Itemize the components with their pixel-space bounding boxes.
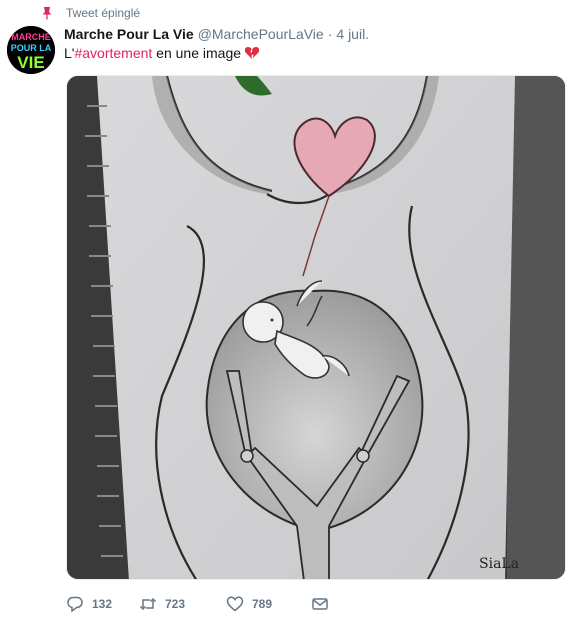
display-name[interactable]: Marche Pour La Vie (64, 26, 194, 42)
like-button[interactable]: 789 (226, 594, 311, 614)
user-handle[interactable]: @MarchePourLaVie (198, 26, 324, 42)
svg-text:MARCHE: MARCHE (11, 32, 51, 42)
envelope-icon (311, 595, 329, 613)
reply-button[interactable]: 132 (66, 594, 139, 614)
svg-text:POUR LA: POUR LA (11, 43, 52, 53)
retweet-icon (139, 595, 157, 613)
heart-icon (226, 595, 244, 613)
artist-signature: SiaLa (479, 556, 519, 572)
like-count: 789 (252, 597, 273, 611)
tweet-text-suffix: en une image (152, 45, 242, 61)
direct-message-button[interactable] (311, 594, 329, 614)
hashtag-link[interactable]: #avortement (74, 44, 152, 62)
tweet-actions: 132 723 789 (66, 594, 329, 614)
abortion-drawing: SiaLa (67, 76, 565, 579)
tweet-timestamp[interactable]: 4 juil. (336, 26, 369, 42)
tweet-text: L' #avortement en une image (64, 44, 260, 62)
pinned-indicator: Tweet épinglé (40, 5, 140, 21)
marche-pour-la-vie-logo: MARCHE POUR LA VIE (7, 26, 55, 74)
tweet-media-image[interactable]: SiaLa (66, 75, 566, 580)
svg-text:VIE: VIE (17, 53, 44, 72)
reply-count: 132 (92, 597, 113, 611)
broken-heart-icon (244, 45, 260, 61)
tweet-header: Marche Pour La Vie @MarchePourLaVie · 4 … (64, 24, 369, 44)
tweet-text-prefix: L' (64, 45, 75, 61)
retweet-count: 723 (165, 597, 186, 611)
reply-icon (66, 595, 84, 613)
pinned-label: Tweet épinglé (66, 6, 141, 20)
separator-dot: · (327, 26, 333, 42)
avatar[interactable]: MARCHE POUR LA VIE (7, 26, 55, 74)
retweet-button[interactable]: 723 (139, 594, 226, 614)
pin-icon (40, 6, 54, 20)
